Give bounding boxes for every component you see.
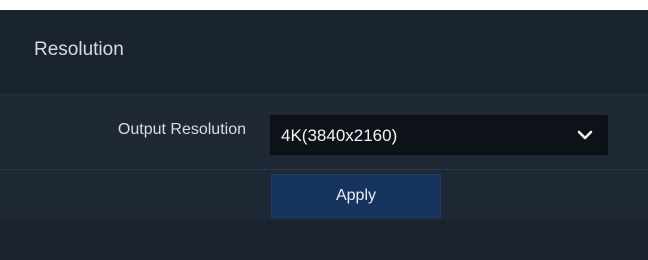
section-header: Resolution	[0, 10, 648, 94]
output-resolution-select[interactable]: 4K(3840x2160)	[270, 115, 608, 155]
resolution-panel: Resolution Output Resolution 4K(3840x216…	[0, 10, 648, 260]
bottom-area	[0, 220, 648, 260]
section-title: Resolution	[34, 39, 124, 60]
output-resolution-row: Output Resolution 4K(3840x2160)	[0, 94, 648, 170]
output-resolution-label: Output Resolution	[117, 121, 246, 138]
apply-button[interactable]: Apply	[271, 174, 441, 218]
top-edge-strip	[0, 0, 648, 10]
output-resolution-value: 4K(3840x2160)	[281, 126, 398, 145]
chevron-down-icon	[577, 127, 593, 143]
action-row: Apply	[0, 170, 648, 220]
